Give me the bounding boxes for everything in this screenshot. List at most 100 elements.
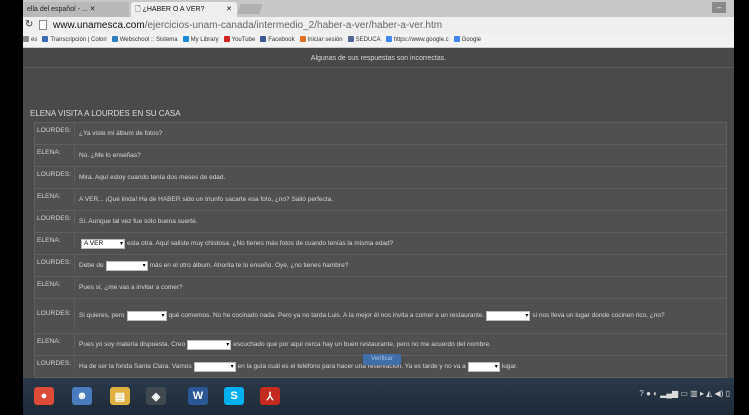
dialog-row: LOURDES: Sí. Aunque tal vez fue sólo buen…: [34, 210, 727, 232]
reload-icon[interactable]: ↻: [25, 19, 33, 30]
taskbar-glyph: W: [188, 387, 208, 405]
acrobat-icon[interactable]: ⅄: [255, 384, 285, 408]
file-explorer-icon[interactable]: ▤: [105, 384, 135, 408]
dialog-segment: Debe de: [79, 261, 104, 269]
feedback-message: Algunas de sus respuestas son incorrecta…: [23, 48, 734, 68]
dialog-row: LOURDES:Si quieres, pero qué comemos. No…: [34, 298, 727, 333]
tab-spanish[interactable]: ella del español - ... ✕: [23, 2, 129, 17]
tab-label: ella del español - ... ✕: [27, 6, 96, 13]
bookmark-icon: [453, 36, 460, 42]
taskbar-glyph: ●: [34, 387, 54, 405]
dialog-row: ELENA: Pues yo soy materia dispuesta. Cre…: [34, 333, 727, 355]
bookmark-label: Webschool :: Sistema: [119, 37, 178, 43]
verify-button[interactable]: Verificar: [363, 354, 401, 365]
dialog-segment: Si quieres, pero: [79, 312, 125, 319]
taskbar-glyph: ◈: [146, 387, 166, 405]
bookmark-icon: [111, 36, 118, 42]
dialog-row: LOURDES: Mira. Aquí estoy cuando tenía do…: [34, 166, 727, 188]
bookmark-icon: [385, 36, 392, 42]
taskbar: ? ● ◐ ▂▄▆ ▭ ▥ ▸ ◭ ◀) ▯ ● ☻ ▤ ◈ W S ⅄: [23, 378, 734, 415]
dialog-table: LOURDES: ¿Ya viste mi álbum de fotos? ELEN…: [34, 122, 727, 415]
speaker-label: ELENA:: [35, 277, 75, 292]
bookmarks-bar: es Transcripción | Colori Webschool :: Sis…: [23, 34, 734, 48]
dialog-segment: Pues yo soy materia dispuesta. Creo: [79, 340, 186, 348]
taskbar-glyph: ⅄: [260, 387, 280, 405]
dialog-segment: Mira. Aquí estoy cuando tenía dos meses …: [79, 173, 226, 181]
address-bar[interactable]: ↻ www.unamesca.com/ejercicios-unam-canad…: [23, 17, 734, 34]
browser-window: ella del español - ... ✕ 🗋 ¿HABER O A VE…: [23, 0, 734, 415]
dialog-row: LOURDES: ¿Ya viste mi álbum de fotos?: [34, 122, 727, 144]
word-icon[interactable]: W: [183, 384, 213, 408]
answer-dropdown[interactable]: A VER: [81, 238, 125, 249]
dialog-segment: Ha de ser la fonda Santa Clara. Vamos: [79, 362, 192, 370]
dialog-row: ELENA: No. ¿Me lo enseñas?: [34, 144, 727, 166]
dialog-segment: A VER... ¡Qué linda! Ha de HABER sido un…: [79, 195, 333, 203]
dialog-segment: escuchado que por aquí cerca hay un buen…: [233, 340, 491, 348]
dialog-row: LOURDES:Debe de más en el otro álbum. Ah…: [34, 254, 727, 276]
bookmark-item[interactable]: YouTube: [223, 34, 256, 47]
bookmark-label: es: [31, 37, 38, 43]
answer-dropdown[interactable]: [126, 311, 167, 321]
tab-label: ¿HABER O A VER?: [142, 6, 205, 13]
user-folder-icon[interactable]: ☻: [67, 384, 97, 408]
dialog-text: ¿Ya viste mi álbum de fotos?: [75, 123, 726, 144]
bookmark-label: YouTube: [231, 37, 256, 43]
speaker-label: LOURDES:: [35, 123, 75, 138]
answer-dropdown[interactable]: [105, 260, 148, 271]
speaker-label: ELENA:: [35, 233, 75, 248]
tab-haber-a-ver[interactable]: 🗋 ¿HABER O A VER? ✕: [131, 2, 237, 17]
bookmark-icon: [260, 36, 267, 42]
media-icon[interactable]: ◈: [141, 384, 171, 408]
bookmark-icon: [182, 36, 189, 42]
dialog-text: No. ¿Me lo enseñas?: [75, 145, 726, 166]
dialog-text: Pues yo soy materia dispuesta. Creo escu…: [75, 334, 726, 355]
bookmark-label: Iniciar sesión: [307, 37, 343, 43]
url-text[interactable]: www.unamesca.com/ejercicios-unam-canada/…: [53, 19, 442, 32]
bookmark-item[interactable]: SEDUCA: [347, 34, 381, 47]
taskbar-glyph: ▤: [110, 387, 130, 405]
dialog-text: Si quieres, pero qué comemos. No he coci…: [75, 299, 726, 333]
bookmark-item[interactable]: Google: [453, 34, 481, 47]
bookmark-item[interactable]: Iniciar sesión: [299, 34, 343, 47]
dialog-text: A VEResta otra. Aquí saliste muy chistos…: [75, 233, 726, 254]
speaker-label: ELENA:: [35, 145, 75, 160]
story-title: ELENA VISITA A LOURDES EN SU CASA: [30, 109, 181, 118]
bookmark-icon: [223, 36, 230, 42]
bookmark-item[interactable]: Transcripción | Colori: [42, 34, 107, 47]
bookmark-item[interactable]: Facebook: [260, 34, 295, 47]
chrome-icon[interactable]: ●: [29, 384, 59, 408]
dialog-row: ELENA: A VER... ¡Qué linda! Ha de HABER s…: [34, 188, 727, 210]
document-icon: 🗋: [135, 6, 143, 13]
answer-dropdown[interactable]: [486, 311, 531, 321]
minimize-button[interactable]: –: [712, 2, 726, 13]
page-icon: [39, 20, 47, 30]
dialog-segment: en la guía cuál es el teléfono para hace…: [237, 362, 466, 370]
speaker-label: LOURDES:: [35, 211, 75, 226]
bookmark-item[interactable]: es: [23, 34, 37, 47]
dialog-segment: Sí. Aunque tal vez fue sólo buena suerte…: [79, 217, 198, 225]
taskbar-glyph: S: [224, 387, 244, 405]
bookmark-item[interactable]: Webschool :: Sistema: [111, 34, 178, 47]
answer-dropdown[interactable]: [187, 339, 232, 350]
bookmark-icon: [299, 36, 306, 42]
bookmark-item[interactable]: https://www.google.c: [385, 34, 449, 47]
answer-dropdown[interactable]: [467, 361, 500, 372]
dialog-segment: esta otra. Aquí saliste muy chistosa. ¿N…: [127, 239, 394, 247]
skype-icon[interactable]: S: [219, 384, 249, 408]
speaker-label: ELENA:: [35, 334, 75, 349]
dialog-segment: ¿Ya viste mi álbum de fotos?: [79, 129, 163, 137]
exercise-page: Algunas de sus respuestas son incorrecta…: [23, 48, 734, 415]
dialog-text: Mira. Aquí estoy cuando tenía dos meses …: [75, 167, 726, 188]
new-tab-button[interactable]: [237, 4, 263, 14]
bookmark-label: Google: [461, 37, 481, 43]
dialog-segment: Pues sí, ¿me vas a invitar a comer?: [79, 283, 183, 291]
speaker-label: LOURDES:: [35, 255, 75, 270]
answer-dropdown[interactable]: [193, 361, 236, 372]
close-tab-icon[interactable]: ✕: [226, 2, 232, 17]
dialog-row: ELENA:A VEResta otra. Aquí saliste muy c…: [34, 232, 727, 254]
bookmark-item[interactable]: My Library: [182, 34, 219, 47]
bookmark-label: Transcripción | Colori: [50, 37, 107, 43]
bookmark-icon: [347, 36, 354, 42]
system-tray[interactable]: ? ● ◐ ▂▄▆ ▭ ▥ ▸ ◭ ◀) ▯: [639, 389, 730, 398]
dialog-segment: si nos lleva un lugar donde cocinen rico…: [532, 312, 665, 319]
